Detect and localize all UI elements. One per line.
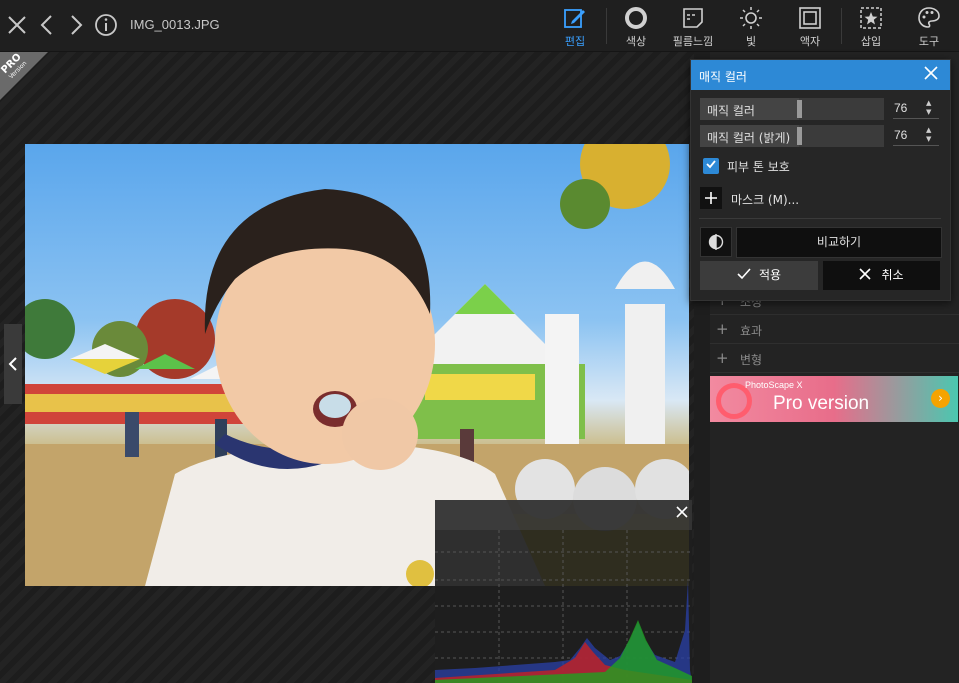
magic-color-bright-track[interactable]: 매직 컬러 (밝게) [700,125,884,147]
color-circle-icon [625,7,647,29]
dialog-title: 매직 컬러 [699,70,747,84]
close-icon [859,268,872,280]
cancel-button[interactable]: 취소 [823,261,940,290]
close-icon [676,506,688,518]
slider-value[interactable]: 76 [894,128,907,142]
spin-updown-icon[interactable]: ▲ ▼ [926,99,931,117]
apply-label: 적용 [758,268,782,282]
slider-label: 매직 컬러 [707,104,755,118]
sun-icon [740,7,762,29]
dialog-close-button[interactable] [924,65,938,85]
magic-color-slider[interactable]: 매직 컬러 76 ▲ ▼ [700,98,941,120]
tab-edit[interactable]: 편집 [547,4,603,48]
apply-button[interactable]: 적용 [700,261,818,290]
slider-thumb[interactable] [797,127,802,145]
tab-light[interactable]: 빛 [723,4,779,48]
file-name: IMG_0013.JPG [130,17,220,32]
histogram-panel [435,500,692,683]
histogram-close-button[interactable] [676,506,688,522]
close-icon[interactable] [4,12,30,38]
tab-insert-label: 삽입 [860,35,882,48]
expand-icon: + [716,320,729,338]
banner-small-text: PhotoScape X [745,380,803,390]
checkmark-icon [706,160,716,169]
arrow-right-icon: › [931,389,950,408]
section-effects-label: 효과 [740,324,763,338]
tab-tools[interactable]: 도구 [901,4,957,48]
tab-film-label: 필름느낌 [672,35,714,48]
tab-color-label: 색상 [625,35,647,48]
palette-icon [918,7,940,28]
plus-icon [705,192,717,204]
tab-color[interactable]: 색상 [608,4,664,48]
slider-thumb[interactable] [797,100,802,118]
frame-icon [799,7,821,29]
spin-updown-icon[interactable]: ▲ ▼ [926,126,931,144]
top-toolbar: IMG_0013.JPG 편집 색상 필름느낌 빛 액자 삽입 도구 [0,0,959,52]
tab-tools-label: 도구 [918,35,940,48]
section-transform[interactable]: + 변형 [710,344,959,373]
collapse-panel-button[interactable] [4,324,22,404]
edit-icon [564,9,585,28]
next-icon[interactable] [63,12,89,38]
skin-tone-checkbox[interactable] [703,158,719,174]
tab-edit-label: 편집 [564,35,586,48]
info-icon[interactable] [93,12,119,38]
tab-insert[interactable]: 삽입 [843,4,899,48]
section-transform-label: 변형 [740,353,763,367]
section-effects[interactable]: + 효과 [710,315,959,344]
pro-version-banner[interactable]: PhotoScape X Pro version › [710,376,958,422]
skin-tone-label[interactable]: 피부 톤 보호 [727,158,790,175]
histogram-header [435,500,692,530]
compare-icon [708,234,724,250]
magic-color-dialog: 매직 컬러 매직 컬러 76 ▲ ▼ 매직 컬러 (밝게) 76 ▲ ▼ 피부 톤 … [690,59,951,301]
toolbar-divider [841,8,842,44]
value-underline [893,145,939,146]
slider-value[interactable]: 76 [894,101,907,115]
checkmark-icon [737,268,751,280]
dialog-divider [699,218,941,219]
compare-button[interactable]: 비교하기 [736,227,942,258]
histogram-graph [435,530,692,683]
tab-frame[interactable]: 액자 [782,4,838,48]
tab-light-label: 빛 [745,35,757,48]
add-mask-button[interactable] [700,187,722,209]
magic-color-track[interactable]: 매직 컬러 [700,98,884,120]
compare-toggle-button[interactable] [700,227,732,257]
film-icon [683,8,703,28]
value-underline [893,118,939,119]
tab-frame-label: 액자 [799,35,821,48]
magic-color-bright-slider[interactable]: 매직 컬러 (밝게) 76 ▲ ▼ [700,125,941,147]
insert-star-icon [860,7,882,29]
close-icon [924,66,938,80]
previous-icon[interactable] [34,12,60,38]
dialog-title-bar: 매직 컬러 [691,60,950,90]
toolbar-divider [606,8,607,44]
chevron-left-icon [8,357,17,371]
slider-label: 매직 컬러 (밝게) [707,131,791,145]
banner-big-text: Pro version [773,393,870,414]
cancel-label: 취소 [881,268,904,282]
mask-label[interactable]: 마스크 (M)... [731,191,799,208]
tab-film[interactable]: 필름느낌 [665,4,721,48]
expand-icon: + [716,349,729,367]
